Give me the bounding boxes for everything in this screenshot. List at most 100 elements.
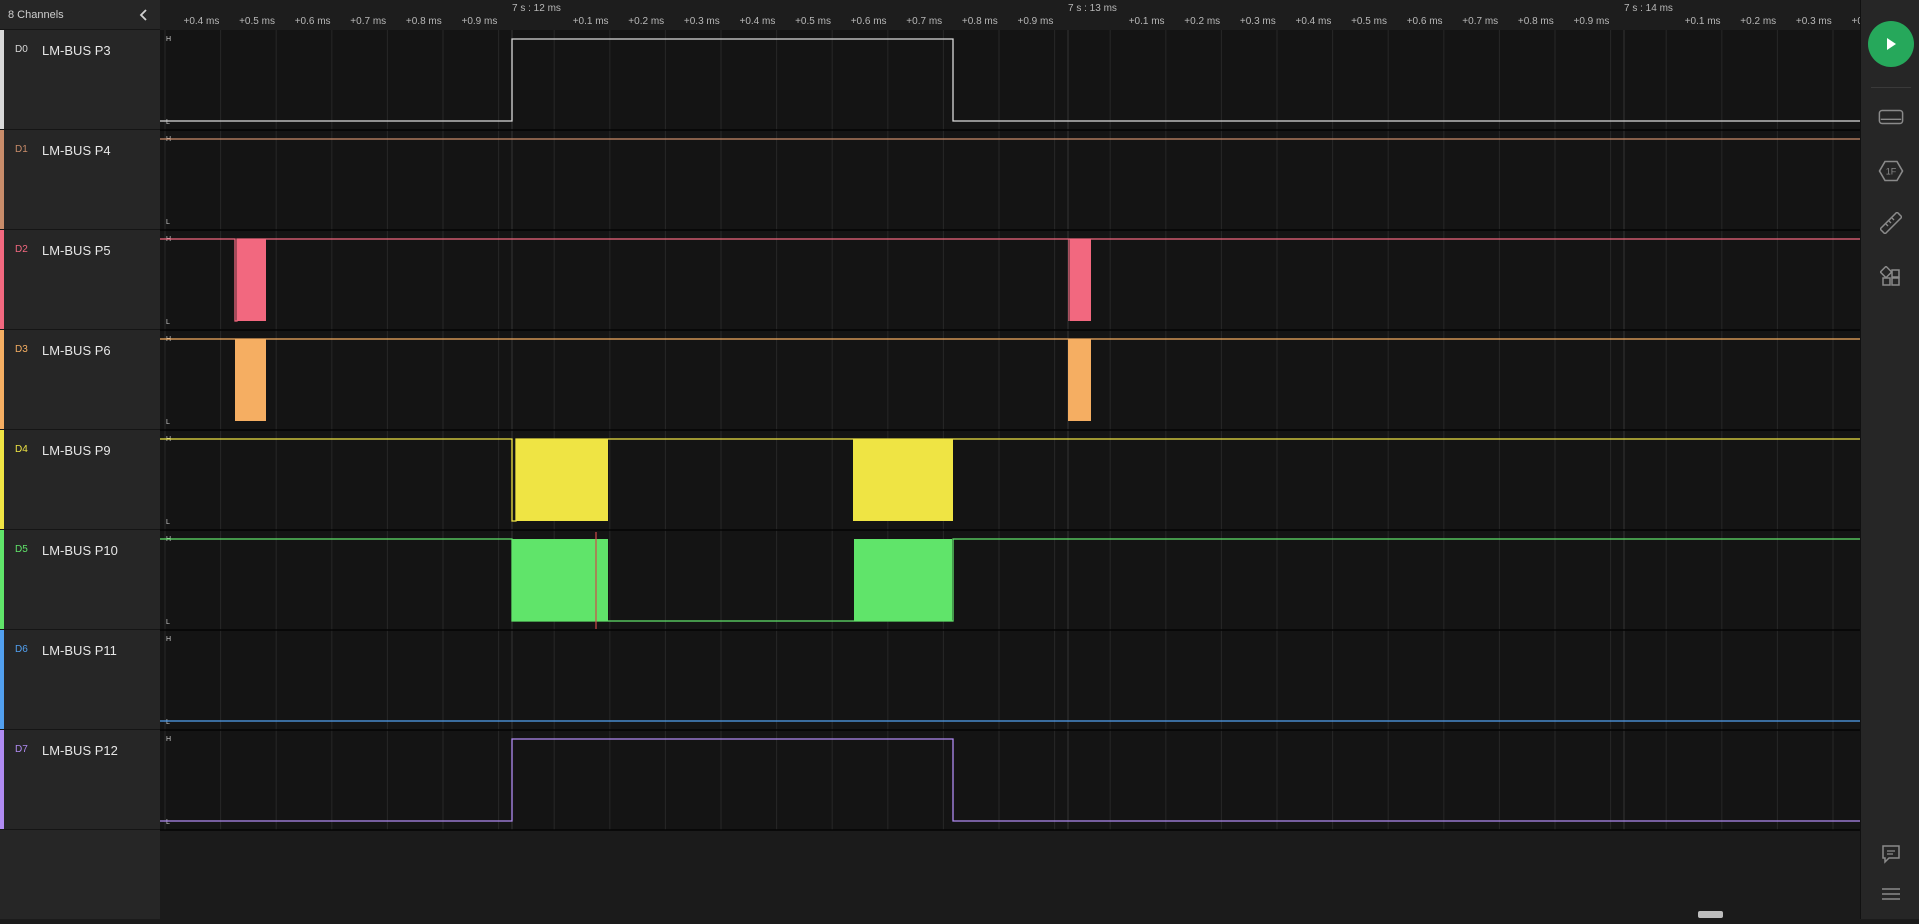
ruler-minor-label: +0.9 ms xyxy=(1574,16,1610,27)
level-high-label: H xyxy=(166,736,171,743)
channel-row-d5[interactable]: D5 LM-BUS P10 xyxy=(0,530,160,630)
level-low-label: L xyxy=(166,819,170,826)
channel-color-bar xyxy=(0,430,4,529)
ruler-minor-label: +0.7 ms xyxy=(350,16,386,27)
measurements-button[interactable] xyxy=(1878,210,1904,236)
ruler-minor-label: +0.5 ms xyxy=(1351,16,1387,27)
channel-id: D3 xyxy=(15,344,28,355)
signal-burst-d2 xyxy=(1070,239,1091,321)
waveform-graphic: HLHLHLHLHLHLHLHL xyxy=(160,30,1860,831)
level-low-label: L xyxy=(166,719,170,726)
level-low-label: L xyxy=(166,119,170,126)
toolbar-divider xyxy=(1871,87,1911,88)
channel-id: D1 xyxy=(15,144,28,155)
ruler-minor-label: +0.4 ms xyxy=(740,16,776,27)
level-low-label: L xyxy=(166,319,170,326)
channel-name: LM-BUS P3 xyxy=(42,43,111,58)
signal-burst-d3 xyxy=(1068,339,1091,421)
ruler-minor-label: +0.1 ms xyxy=(1685,16,1721,27)
channel-row-d1[interactable]: D1 LM-BUS P4 xyxy=(0,130,160,230)
right-toolbar: 1F xyxy=(1860,0,1919,919)
ruler-minor-label: +0.2 ms xyxy=(1184,16,1220,27)
ruler-minor-label: +0.6 ms xyxy=(851,16,887,27)
ruler-minor-label: +0.7 ms xyxy=(906,16,942,27)
extensions-button[interactable] xyxy=(1878,264,1904,290)
channel-row-d2[interactable]: D2 LM-BUS P5 xyxy=(0,230,160,330)
ruler-minor-label: +0.8 ms xyxy=(406,16,442,27)
channel-row-d6[interactable]: D6 LM-BUS P11 xyxy=(0,630,160,730)
horizontal-scrollbar-thumb[interactable] xyxy=(1698,911,1723,918)
channel-id: D2 xyxy=(15,244,28,255)
ruler-minor-label: +0.6 ms xyxy=(295,16,331,27)
signal-burst-d5 xyxy=(854,539,952,621)
channel-id: D4 xyxy=(15,444,28,455)
channel-row-d3[interactable]: D3 LM-BUS P6 xyxy=(0,330,160,430)
collapse-sidebar-button[interactable] xyxy=(136,7,152,23)
channel-name: LM-BUS P9 xyxy=(42,443,111,458)
channel-name: LM-BUS P6 xyxy=(42,343,111,358)
signal-burst-d3 xyxy=(235,339,266,421)
main-menu-button[interactable] xyxy=(1878,881,1904,907)
level-low-label: L xyxy=(166,419,170,426)
ruler-minor-label: +0.4 ms xyxy=(184,16,220,27)
feedback-button[interactable] xyxy=(1878,841,1904,867)
device-icon xyxy=(1878,109,1904,125)
ruler-minor-label: +0 xyxy=(1852,16,1861,27)
signal-burst-d4 xyxy=(853,439,953,521)
ruler-minor-label: +0.6 ms xyxy=(1407,16,1443,27)
level-low-label: L xyxy=(166,219,170,226)
ruler-minor-label: +0.5 ms xyxy=(795,16,831,27)
ruler-minor-label: +0.5 ms xyxy=(239,16,275,27)
ruler-minor-label: +0.1 ms xyxy=(573,16,609,27)
ruler-minor-label: +0.8 ms xyxy=(962,16,998,27)
channels-count-label: 8 Channels xyxy=(8,8,64,21)
analyzers-button[interactable]: 1F xyxy=(1878,158,1904,184)
ruler-minor-label: +0.4 ms xyxy=(1296,16,1332,27)
channel-color-bar xyxy=(0,730,4,829)
channels-header: 8 Channels xyxy=(0,0,160,30)
ruler-minor-label: +0.2 ms xyxy=(1740,16,1776,27)
measure-ruler-icon xyxy=(1880,212,1902,234)
channel-name: LM-BUS P12 xyxy=(42,743,118,758)
channel-id: D5 xyxy=(15,544,28,555)
channel-row-d0[interactable]: D0 LM-BUS P3 xyxy=(0,30,160,130)
channel-color-bar xyxy=(0,30,4,129)
start-capture-button[interactable] xyxy=(1868,21,1914,67)
signal-burst-d4 xyxy=(516,439,608,521)
channel-id: D6 xyxy=(15,644,28,655)
ruler-minor-label: +0.3 ms xyxy=(1796,16,1832,27)
ruler-minor-label: +0.9 ms xyxy=(462,16,498,27)
channel-row-d7[interactable]: D7 LM-BUS P12 xyxy=(0,730,160,830)
ruler-minor-label: +0.3 ms xyxy=(1240,16,1276,27)
level-low-label: L xyxy=(166,519,170,526)
menu-icon xyxy=(1882,888,1900,900)
channel-sidebar: 8 Channels D0 LM-BUS P3 D1 LM-BUS P4 D2 LM-BU… xyxy=(0,0,161,919)
time-ruler[interactable]: 7 s : 12 ms 7 s : 13 ms 7 s : 14 ms +0.4 ms… xyxy=(160,0,1864,31)
channel-id: D0 xyxy=(15,44,28,55)
device-settings-button[interactable] xyxy=(1878,104,1904,130)
ruler-minor-label: +0.3 ms xyxy=(684,16,720,27)
extensions-icon xyxy=(1880,266,1900,286)
level-low-label: L xyxy=(166,619,170,626)
channel-name: LM-BUS P11 xyxy=(42,643,117,658)
ruler-major-label: 7 s : 13 ms xyxy=(1068,3,1117,14)
channel-name: LM-BUS P10 xyxy=(42,543,118,558)
channel-row-d4[interactable]: D4 LM-BUS P9 xyxy=(0,430,160,530)
level-high-label: H xyxy=(166,36,171,43)
channel-color-bar xyxy=(0,530,4,629)
analyzer-badge-text: 1F xyxy=(1886,167,1897,177)
analyzer-hex-icon: 1F xyxy=(1878,160,1904,182)
ruler-minor-label: +0.9 ms xyxy=(1018,16,1054,27)
channel-color-bar xyxy=(0,330,4,429)
channel-name: LM-BUS P5 xyxy=(42,243,111,258)
waveform-area[interactable]: HLHLHLHLHLHLHLHL xyxy=(160,30,1860,919)
play-icon xyxy=(1887,38,1896,50)
signal-burst-d5 xyxy=(512,539,608,621)
ruler-minor-label: +0.2 ms xyxy=(628,16,664,27)
chevron-left-icon xyxy=(139,8,147,21)
ruler-minor-label: +0.7 ms xyxy=(1462,16,1498,27)
level-high-label: H xyxy=(166,636,171,643)
channel-name: LM-BUS P4 xyxy=(42,143,111,158)
channel-id: D7 xyxy=(15,744,28,755)
time-ruler-graphic: 7 s : 12 ms 7 s : 13 ms 7 s : 14 ms +0.4 ms… xyxy=(184,3,1864,27)
